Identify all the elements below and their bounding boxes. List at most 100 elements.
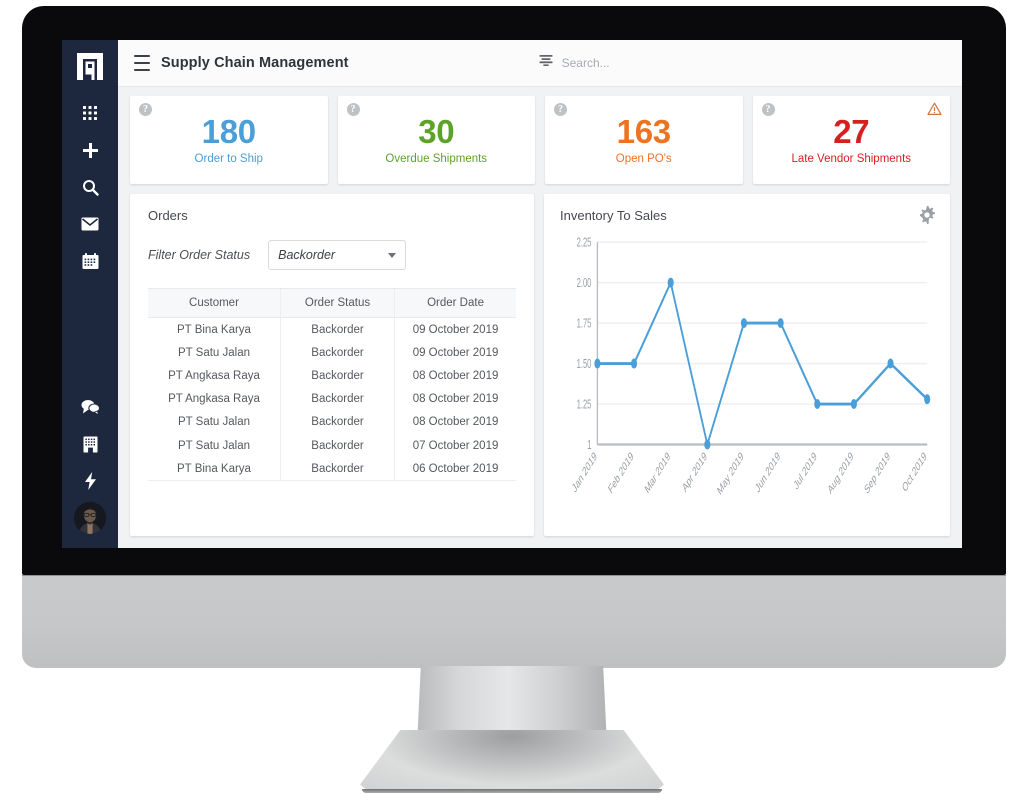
order-status-select[interactable]: Backorder	[268, 240, 407, 270]
orders-table: Customer Order Status Order Date PT Bina…	[148, 288, 516, 482]
kpi-card-order-to-ship[interactable]: ? 180 Order to Ship	[130, 96, 328, 184]
cell-order-status: Backorder	[279, 341, 395, 365]
cell-order-date: 09 October 2019	[394, 317, 516, 342]
sidebar-item-chat[interactable]	[70, 391, 110, 423]
x-tick-label: May 2019	[716, 450, 746, 498]
warning-triangle-icon[interactable]	[927, 102, 942, 121]
chart-y-axis: 2.25 2.00 1.75 1.50 1.25 1	[577, 237, 599, 453]
table-row[interactable]: PT Angkasa Raya Backorder 08 October 2019	[148, 364, 516, 388]
inventory-to-sales-chart: 2.25 2.00 1.75 1.50 1.25 1 Jan 2019 Feb 2019 Ma…	[560, 231, 934, 536]
kpi-value: 163	[616, 112, 671, 150]
sidebar-item-activity[interactable]	[70, 465, 110, 497]
x-tick-label: Feb 2019	[607, 450, 636, 497]
table-row[interactable]: PT Satu Jalan Backorder 07 October 2019	[148, 433, 516, 458]
kpi-card-overdue-shipments[interactable]: ? 30 Overdue Shipments	[337, 96, 535, 184]
sidebar-item-search[interactable]	[70, 171, 110, 203]
monitor-stand-foot	[362, 789, 662, 793]
main-area: Supply Chain Management Search... ? 180 …	[118, 40, 962, 548]
cell-customer: PT Bina Karya	[177, 323, 251, 336]
dashboard-content: ? 180 Order to Ship ? 30 Overdue Shipmen…	[118, 87, 962, 548]
chart-data-point[interactable]	[924, 394, 931, 405]
kpi-label: Order to Ship	[194, 153, 263, 166]
cell-order-status: Backorder	[279, 364, 395, 388]
kpi-card-open-pos[interactable]: ? 163 Open PO's	[545, 96, 743, 184]
inventory-panel-title: Inventory To Sales	[560, 208, 667, 223]
filter-search-icon	[539, 54, 553, 72]
chart-data-point[interactable]	[704, 439, 711, 450]
orders-panel: Orders Filter Order Status Backorder Cus…	[130, 194, 534, 536]
hamburger-menu-icon[interactable]	[134, 55, 150, 71]
chart-gridlines	[597, 241, 928, 446]
help-circle-icon[interactable]: ?	[139, 103, 152, 116]
chart-data-point[interactable]	[594, 358, 601, 369]
user-avatar[interactable]	[74, 502, 106, 534]
kpi-label: Late Vendor Shipments	[791, 153, 912, 166]
chart-data-point[interactable]	[814, 399, 821, 410]
inventory-to-sales-panel: Inventory To Sales 2.25 2.00 1.75 1.50 1.25 1	[544, 194, 950, 536]
kpi-value: 180	[201, 112, 256, 150]
x-tick-label: Sep 2019	[863, 450, 892, 497]
y-tick-label: 1	[587, 439, 591, 452]
table-row[interactable]: PT Satu Jalan Backorder 08 October 2019	[148, 410, 516, 434]
chart-x-axis: Jan 2019 Feb 2019 Mar 2019 Apr 2019 May 2019…	[571, 443, 929, 498]
app-screen: Supply Chain Management Search... ? 180 …	[62, 40, 962, 548]
table-row[interactable]: PT Angkasa Raya Backorder 08 October 2019	[148, 387, 516, 411]
monitor-stand-base	[360, 730, 664, 792]
help-circle-icon[interactable]: ?	[346, 103, 360, 116]
y-tick-label: 1.50	[577, 358, 592, 371]
orders-table-body: PT Bina Karya Backorder 09 October 2019 PT …	[148, 317, 516, 482]
column-header-order-status[interactable]: Order Status	[279, 288, 395, 318]
kpi-label: Overdue Shipments	[385, 153, 488, 166]
column-header-customer[interactable]: Customer	[148, 288, 281, 318]
search-input[interactable]: Search...	[539, 54, 610, 72]
kpi-value: 27	[833, 112, 870, 150]
panel-row: Orders Filter Order Status Backorder Cus…	[130, 194, 950, 536]
cell-order-date: 06 October 2019	[394, 457, 516, 482]
x-tick-label: Apr 2019	[681, 450, 709, 495]
cell-order-date: 09 October 2019	[394, 341, 516, 365]
y-tick-label: 1.75	[577, 318, 592, 331]
order-status-filter-row: Filter Order Status Backorder	[148, 240, 516, 270]
x-tick-label: Jan 2019	[571, 450, 599, 496]
column-header-order-date[interactable]: Order Date	[394, 288, 516, 318]
sidebar-item-calendar[interactable]	[70, 245, 110, 277]
x-tick-label: Jul 2019	[793, 450, 819, 493]
chart-data-point[interactable]	[667, 277, 674, 288]
x-tick-label: Mar 2019	[644, 450, 673, 497]
y-tick-label: 2.25	[577, 237, 592, 250]
monitor-chin	[22, 575, 1006, 668]
cell-order-date: 07 October 2019	[394, 433, 516, 458]
chart-data-point[interactable]	[850, 399, 857, 410]
chart-data-point[interactable]	[887, 358, 894, 369]
cell-customer: PT Satu Jalan	[177, 346, 250, 359]
sidebar-item-company[interactable]	[70, 428, 110, 460]
page-title: Supply Chain Management	[161, 55, 349, 71]
chart-data-point[interactable]	[740, 318, 748, 329]
cell-customer: PT Satu Jalan	[177, 416, 250, 429]
cell-customer: PT Angkasa Raya	[168, 369, 260, 382]
sidebar-item-mail[interactable]	[70, 208, 110, 240]
table-row[interactable]: PT Satu Jalan Backorder 09 October 2019	[148, 341, 516, 365]
monitor-mockup: Supply Chain Management Search... ? 180 …	[0, 0, 1024, 803]
chart-data-point[interactable]	[630, 358, 638, 369]
chart-data-point[interactable]	[777, 318, 784, 329]
order-status-selected-value: Backorder	[278, 248, 336, 262]
help-circle-icon[interactable]: ?	[761, 103, 775, 116]
orders-panel-title: Orders	[148, 208, 188, 223]
sidebar-item-add[interactable]	[70, 134, 110, 166]
top-bar: Supply Chain Management Search...	[118, 40, 962, 87]
help-circle-icon[interactable]: ?	[554, 103, 567, 116]
cell-order-status: Backorder	[279, 317, 395, 342]
gear-icon[interactable]	[918, 206, 936, 229]
app-logo-icon[interactable]	[70, 45, 110, 87]
table-row[interactable]: PT Bina Karya Backorder 06 October 2019	[148, 457, 516, 482]
cell-order-status: Backorder	[279, 433, 395, 458]
chevron-down-icon	[388, 252, 397, 258]
sidebar-item-apps-grid[interactable]	[70, 97, 110, 129]
cell-order-date: 08 October 2019	[394, 364, 516, 388]
table-header-row: Customer Order Status Order Date	[148, 288, 516, 318]
y-tick-label: 2.00	[577, 277, 592, 290]
kpi-card-late-vendor-shipments[interactable]: ? 27 Late Vendor Shipments	[752, 96, 950, 184]
cell-order-status: Backorder	[279, 410, 395, 434]
table-row[interactable]: PT Bina Karya Backorder 09 October 2019	[148, 317, 516, 342]
